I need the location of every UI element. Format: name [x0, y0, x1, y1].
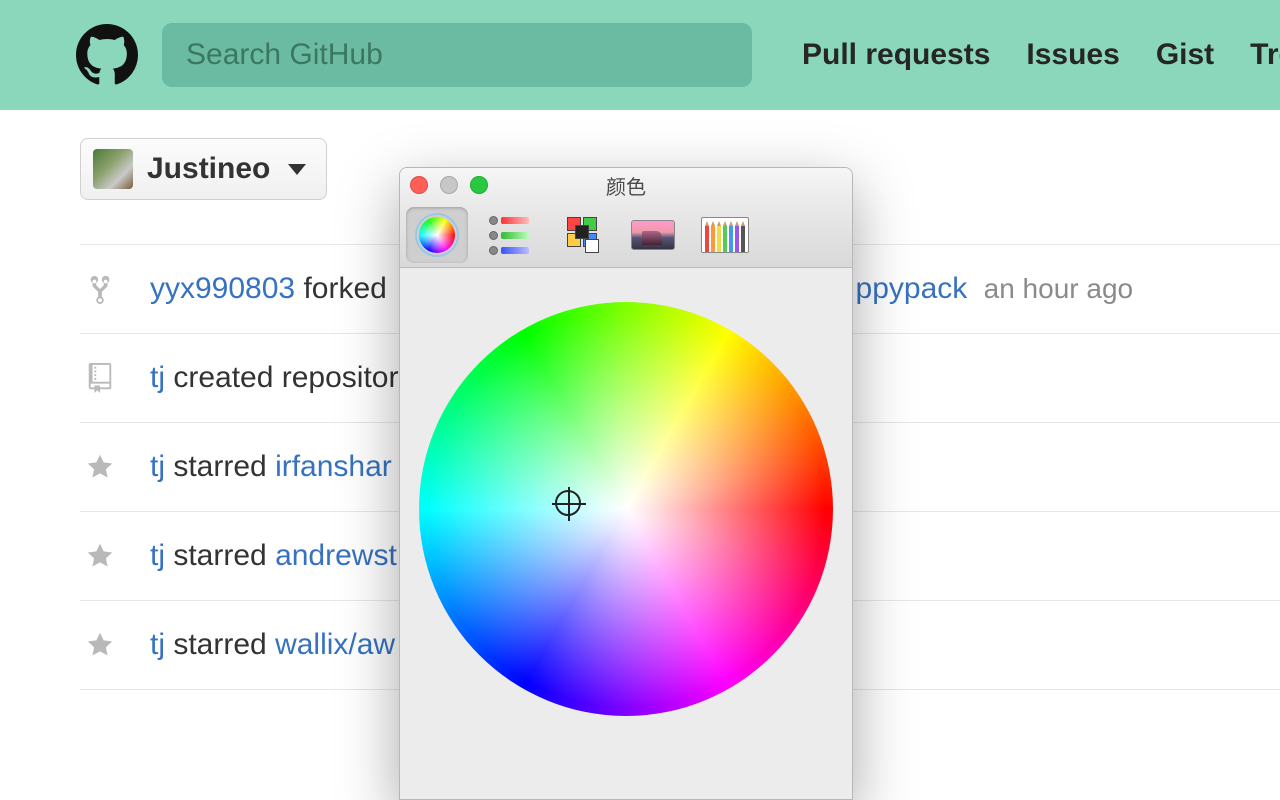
feed-user-link[interactable]: tj [150, 361, 165, 394]
color-wheel-reticle[interactable] [555, 490, 581, 516]
nav-gist[interactable]: Gist [1156, 38, 1214, 72]
context-username: Justineo [147, 152, 270, 186]
image-palette-tab[interactable] [622, 207, 684, 263]
color-palette-tab[interactable] [550, 207, 612, 263]
feed-text: tj starred andrewst [150, 539, 397, 573]
fork-icon [80, 274, 120, 304]
color-wheel-tab[interactable] [406, 207, 468, 263]
site-header: Pull requests Issues Gist Trending [0, 0, 1280, 110]
pencils-icon [701, 217, 749, 253]
primary-nav: Pull requests Issues Gist Trending [802, 38, 1280, 72]
star-icon [80, 631, 120, 659]
window-zoom-button[interactable] [470, 176, 488, 194]
nav-trending[interactable]: Trending [1250, 38, 1280, 72]
feed-action: forked [303, 272, 386, 305]
chevron-down-icon [288, 164, 306, 175]
window-titlebar[interactable]: 颜色 [400, 168, 852, 203]
feed-time: an hour ago [984, 273, 1133, 304]
feed-action: starred [173, 539, 266, 572]
search-box[interactable] [162, 23, 752, 87]
star-icon [80, 453, 120, 481]
color-wheel-area [400, 268, 852, 716]
feed-text: tj starred wallix/aw [150, 628, 395, 662]
feed-repo-link[interactable]: andrewst [275, 539, 397, 572]
feed-user-link[interactable]: tj [150, 539, 165, 572]
repo-icon [80, 363, 120, 393]
window-minimize-button[interactable] [440, 176, 458, 194]
star-icon [80, 542, 120, 570]
feed-repo-link[interactable]: wallix/aw [275, 628, 395, 661]
feed-action: starred [173, 628, 266, 661]
nav-issues[interactable]: Issues [1026, 38, 1119, 72]
feed-action: created repository [173, 361, 413, 394]
sliders-icon [489, 216, 529, 255]
feed-user-link[interactable]: tj [150, 628, 165, 661]
github-logo-icon[interactable] [76, 24, 138, 86]
color-picker-window[interactable]: 颜色 [399, 167, 853, 800]
feed-user-link[interactable]: tj [150, 450, 165, 483]
window-close-button[interactable] [410, 176, 428, 194]
window-traffic-lights [410, 176, 488, 194]
avatar [93, 149, 133, 189]
feed-repo-link-tail[interactable]: ppypack [856, 272, 968, 305]
feed-text: tj created repository [150, 361, 413, 395]
color-sliders-tab[interactable] [478, 207, 540, 263]
search-input[interactable] [186, 38, 728, 72]
feed-user-link[interactable]: yyx990803 [150, 272, 295, 305]
feed-action: starred [173, 450, 266, 483]
feed-repo-link[interactable]: irfanshar [275, 450, 392, 483]
palette-icon [563, 217, 599, 253]
pencils-tab[interactable] [694, 207, 756, 263]
nav-pull-requests[interactable]: Pull requests [802, 38, 990, 72]
feed-text: tj starred irfanshar [150, 450, 392, 484]
user-context-dropdown[interactable]: Justineo [80, 138, 327, 200]
image-icon [631, 220, 675, 250]
color-wheel[interactable] [419, 302, 833, 716]
window-title: 颜色 [606, 171, 646, 200]
color-picker-toolbar [400, 203, 852, 268]
